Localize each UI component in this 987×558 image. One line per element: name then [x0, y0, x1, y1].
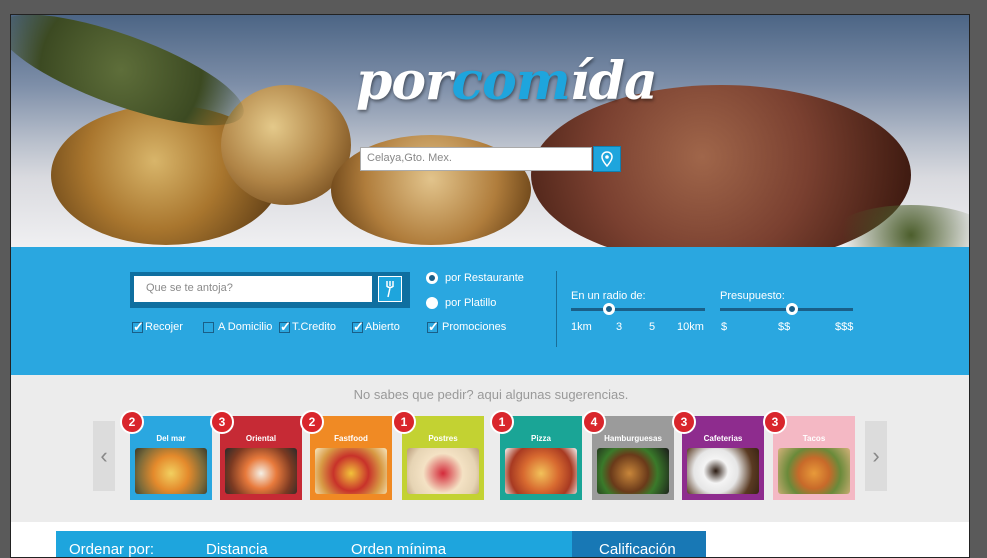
- radio-dot[interactable]: [426, 272, 438, 284]
- count-badge: 2: [120, 410, 144, 434]
- logo-text-part: ída: [569, 51, 658, 112]
- category-del-mar[interactable]: Del mar 2: [120, 410, 212, 500]
- filters-divider: [556, 271, 557, 347]
- logo-text-highlight: com: [451, 51, 570, 112]
- checkbox-box[interactable]: [279, 319, 291, 335]
- category-name: Postres: [428, 434, 458, 443]
- category-name: Cafeterias: [703, 434, 743, 443]
- category-image: [135, 448, 207, 494]
- logo[interactable]: porcomída: [356, 51, 658, 112]
- radio-label: por Platillo: [445, 297, 497, 309]
- radius-slider-thumb[interactable]: [603, 303, 615, 315]
- budget-tick: $: [721, 321, 728, 333]
- sort-option-calificacion[interactable]: Calificación: [599, 541, 676, 557]
- radio-dot[interactable]: [426, 297, 438, 309]
- search-button[interactable]: [378, 276, 402, 302]
- count-badge: 2: [300, 410, 324, 434]
- category-image: [225, 448, 297, 494]
- category-fastfood[interactable]: Fastfood 2: [300, 410, 392, 500]
- suggestions-title: No sabes que pedir? aqui algunas sugeren…: [353, 387, 629, 402]
- checkbox-promociones[interactable]: Promociones: [427, 319, 507, 335]
- category-name: Hamburguesas: [604, 434, 662, 443]
- count-badge: 3: [763, 410, 787, 434]
- map-pin-icon: [601, 151, 613, 167]
- category-oriental[interactable]: Oriental 3: [210, 410, 302, 500]
- category-image: [778, 448, 850, 494]
- radius-tick: 10km: [677, 321, 704, 333]
- category-name: Del mar: [156, 434, 186, 443]
- category-image: [505, 448, 577, 494]
- radius-label: En un radio de:: [571, 290, 646, 302]
- checkbox-label: Abierto: [365, 321, 400, 333]
- count-badge: 4: [582, 410, 606, 434]
- checkbox-box[interactable]: [427, 319, 439, 335]
- count-badge: 3: [672, 410, 696, 434]
- radius-slider-track[interactable]: [571, 308, 705, 311]
- radius-tick: 3: [616, 321, 623, 333]
- radio-por-platillo[interactable]: por Platillo: [426, 297, 496, 309]
- radio-por-restaurante[interactable]: por Restaurante: [426, 272, 524, 284]
- sort-option-distancia[interactable]: Distancia: [206, 541, 268, 557]
- category-name: Pizza: [530, 434, 551, 443]
- dish-search-input[interactable]: Que se te antoja?: [134, 276, 372, 302]
- app-frame: porcomída Celaya,Gto. Mex. Que se te ant…: [10, 14, 970, 558]
- budget-tick: $$$: [835, 321, 854, 333]
- category-image: [687, 448, 759, 494]
- radio-label: por Restaurante: [445, 272, 524, 284]
- sort-option-orden-minima[interactable]: Orden mínima: [351, 541, 446, 557]
- checkbox-abierto[interactable]: Abierto: [352, 319, 400, 335]
- category-hamburguesas[interactable]: Hamburguesas 4: [582, 410, 674, 500]
- location-button[interactable]: [593, 146, 621, 172]
- checkbox-box[interactable]: [203, 321, 214, 333]
- suggestions-section: No sabes que pedir? aqui algunas sugeren…: [11, 375, 969, 522]
- category-tacos[interactable]: Tacos 3: [763, 410, 855, 500]
- checkbox-label: Recojer: [145, 321, 183, 333]
- category-name: Fastfood: [334, 434, 368, 443]
- budget-tick: $$: [778, 321, 791, 333]
- checkbox-a-domicilio[interactable]: A Domicilio: [203, 321, 272, 333]
- carousel-prev-button[interactable]: ‹: [93, 421, 115, 491]
- checkbox-label: A Domicilio: [218, 321, 273, 333]
- category-name: Oriental: [245, 434, 277, 443]
- chevron-right-icon: ›: [872, 443, 880, 468]
- checkbox-box[interactable]: [352, 319, 364, 335]
- checkbox-t-credito[interactable]: T.Credito: [279, 319, 337, 335]
- logo-text-part: por: [356, 51, 452, 112]
- checkbox-recojer[interactable]: Recojer: [132, 319, 183, 335]
- category-name: Tacos: [802, 434, 826, 443]
- category-cafeterias[interactable]: Cafeterias 3: [672, 410, 764, 500]
- category-postres[interactable]: Postres 1: [392, 410, 484, 500]
- location-input[interactable]: Celaya,Gto. Mex.: [360, 147, 592, 171]
- checkbox-label: T.Credito: [292, 321, 337, 333]
- count-badge: 1: [392, 410, 416, 434]
- radius-tick: 5: [649, 321, 656, 333]
- count-badge: 3: [210, 410, 234, 434]
- checkbox-label: Promociones: [442, 321, 507, 333]
- category-image: [315, 448, 387, 494]
- budget-label: Presupuesto:: [720, 290, 785, 302]
- sort-bar: Ordenar por: Distancia Orden mínima Cali…: [56, 531, 706, 558]
- category-pizza[interactable]: Pizza 1: [490, 410, 582, 500]
- chevron-left-icon: ‹: [100, 443, 108, 468]
- filters-panel: Que se te antoja? Recojer A Domicilio T.…: [11, 247, 969, 375]
- sort-label: Ordenar por:: [69, 541, 155, 558]
- category-image: [407, 448, 479, 494]
- count-badge: 1: [490, 410, 514, 434]
- carousel-next-button[interactable]: ›: [865, 421, 887, 491]
- category-image: [597, 448, 669, 494]
- hero-banner: porcomída Celaya,Gto. Mex.: [11, 15, 969, 247]
- radius-tick: 1km: [571, 321, 592, 333]
- checkbox-box[interactable]: [132, 319, 144, 335]
- fork-icon: [386, 281, 394, 298]
- dish-search: Que se te antoja?: [130, 272, 410, 308]
- budget-slider-thumb[interactable]: [786, 303, 798, 315]
